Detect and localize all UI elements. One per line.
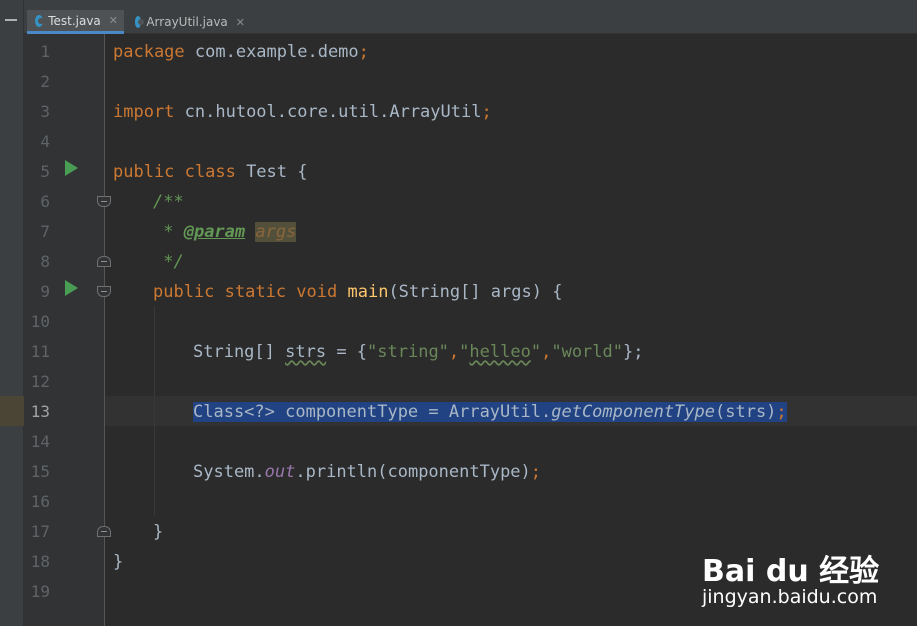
line-number: 2: [40, 72, 50, 91]
code-line-1[interactable]: package com.example.demo;: [113, 37, 369, 67]
line-number: 10: [30, 312, 50, 331]
code-line-11[interactable]: String[] strs = {"string","helleo","worl…: [193, 337, 643, 367]
code-line-3[interactable]: import cn.hutool.core.util.ArrayUtil;: [113, 97, 492, 127]
code-line-7[interactable]: * @param args: [153, 217, 297, 247]
code-line-18[interactable]: }: [113, 547, 123, 577]
code-line-13-selected[interactable]: Class<?> componentType = ArrayUtil.getCo…: [193, 397, 787, 427]
line-number: 6: [40, 192, 50, 211]
fold-icon[interactable]: [97, 196, 111, 207]
code-line-15[interactable]: System.out.println(componentType);: [193, 457, 541, 487]
line-number: 9: [40, 282, 50, 301]
line-number: 7: [40, 222, 50, 241]
line-number: 16: [30, 492, 50, 511]
line-number: 19: [30, 582, 50, 601]
run-class-icon[interactable]: [65, 160, 78, 176]
line-number: 17: [30, 522, 50, 541]
tab-test-java[interactable]: Test.java ✕: [27, 10, 124, 34]
tab-arrayutil-java[interactable]: ArrayUtil.java ✕: [127, 10, 251, 34]
code-line-9[interactable]: public static void main(String[] args) {: [153, 277, 562, 307]
line-number: 8: [40, 252, 50, 271]
line-number: 3: [40, 102, 50, 121]
code-line-17[interactable]: }: [153, 517, 163, 547]
line-number-current: 13: [30, 402, 50, 421]
line-number: 5: [40, 162, 50, 181]
line-number: 12: [30, 372, 50, 391]
line-number: 18: [30, 552, 50, 571]
editor-tab-bar: Test.java ✕ ArrayUtil.java ✕: [24, 0, 917, 34]
java-class-icon: [35, 14, 45, 27]
baidu-watermark-url: jingyan.baidu.com: [702, 586, 878, 608]
run-main-icon[interactable]: [65, 280, 78, 296]
code-line-6[interactable]: /**: [153, 187, 184, 217]
java-class-icon: [135, 16, 145, 28]
fold-icon[interactable]: [97, 256, 111, 267]
fold-icon[interactable]: [97, 526, 111, 537]
code-line-8[interactable]: */: [153, 247, 183, 277]
minimize-icon[interactable]: [5, 19, 17, 21]
close-icon[interactable]: ✕: [236, 16, 245, 29]
baidu-watermark-logo: Bai du 经验: [702, 554, 880, 589]
left-tool-strip: [0, 0, 24, 626]
current-line-marker: [0, 396, 24, 426]
code-line-5[interactable]: public class Test {: [113, 157, 307, 187]
line-number: 14: [30, 432, 50, 451]
tab-label: ArrayUtil.java: [146, 15, 228, 29]
line-number: 1: [40, 42, 50, 61]
tab-label: Test.java: [48, 13, 101, 28]
line-number: 11: [30, 342, 50, 361]
close-icon[interactable]: ✕: [109, 14, 118, 27]
line-number: 4: [40, 132, 50, 151]
fold-icon[interactable]: [97, 286, 111, 297]
indent-guide: [154, 306, 155, 516]
line-number: 15: [30, 462, 50, 481]
